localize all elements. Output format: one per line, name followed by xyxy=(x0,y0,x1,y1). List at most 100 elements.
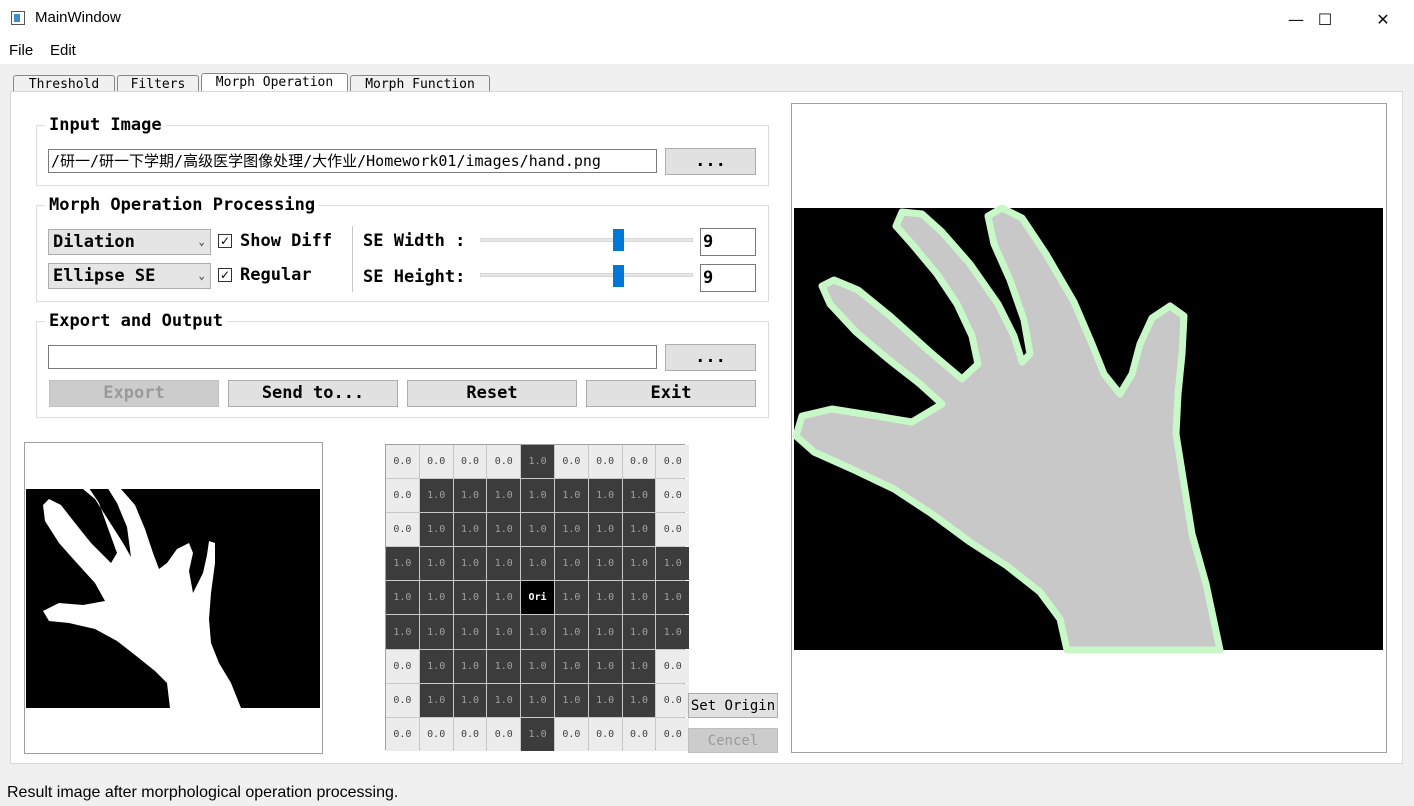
show-diff-checkbox[interactable]: ✓ xyxy=(218,234,232,248)
se-cell[interactable]: 1.0 xyxy=(588,649,622,683)
se-cell[interactable]: 1.0 xyxy=(588,513,622,547)
se-cell[interactable]: 1.0 xyxy=(588,479,622,513)
se-cell[interactable]: 0.0 xyxy=(622,445,656,479)
se-cell[interactable]: 0.0 xyxy=(386,513,419,547)
se-cell[interactable]: 0.0 xyxy=(386,479,419,513)
se-cell[interactable]: 0.0 xyxy=(656,717,690,751)
se-cell[interactable]: 0.0 xyxy=(656,649,690,683)
se-shape-select[interactable]: Ellipse SE ⌄ xyxy=(48,263,211,289)
se-cell[interactable]: 1.0 xyxy=(521,479,554,513)
se-cell[interactable]: 0.0 xyxy=(386,445,419,479)
se-cell[interactable]: 1.0 xyxy=(521,649,554,683)
se-cell[interactable]: 1.0 xyxy=(487,683,521,717)
input-browse-button[interactable]: ... xyxy=(665,148,756,175)
exit-button[interactable]: Exit xyxy=(586,380,756,407)
se-cell[interactable]: 1.0 xyxy=(419,513,453,547)
se-cell[interactable]: 1.0 xyxy=(453,581,487,615)
cancel-button[interactable]: Cencel xyxy=(688,728,778,753)
se-cell[interactable]: 1.0 xyxy=(554,479,588,513)
se-cell[interactable]: 1.0 xyxy=(453,547,487,581)
se-cell[interactable]: 1.0 xyxy=(656,547,690,581)
tab-morph-operation[interactable]: Morph Operation xyxy=(201,73,348,93)
se-cell[interactable]: 1.0 xyxy=(419,547,453,581)
se-matrix-grid[interactable]: 0.0 0.0 0.0 0.0 1.0 0.0 0.0 0.0 0.0 0.0 1.0 1.0 1.0 1… xyxy=(385,444,690,751)
se-cell[interactable]: 0.0 xyxy=(588,445,622,479)
se-cell[interactable]: 0.0 xyxy=(453,445,487,479)
close-button[interactable]: ✕ xyxy=(1354,0,1412,38)
se-cell[interactable]: 1.0 xyxy=(521,683,554,717)
se-cell[interactable]: 1.0 xyxy=(622,513,656,547)
se-cell[interactable]: 0.0 xyxy=(419,445,453,479)
se-cell[interactable]: 1.0 xyxy=(386,581,419,615)
se-cell[interactable]: 1.0 xyxy=(554,513,588,547)
se-cell[interactable]: 0.0 xyxy=(656,445,690,479)
menu-file[interactable]: File xyxy=(9,42,33,59)
se-cell[interactable]: 0.0 xyxy=(453,717,487,751)
se-cell[interactable]: 1.0 xyxy=(487,479,521,513)
se-cell[interactable]: 1.0 xyxy=(588,683,622,717)
se-cell[interactable]: 0.0 xyxy=(554,445,588,479)
se-cell[interactable]: 1.0 xyxy=(487,513,521,547)
export-button[interactable]: Export xyxy=(49,380,219,407)
se-width-input[interactable]: 9 xyxy=(700,228,756,256)
se-cell[interactable]: 1.0 xyxy=(554,615,588,649)
se-cell[interactable]: 1.0 xyxy=(453,683,487,717)
se-cell[interactable]: 1.0 xyxy=(554,649,588,683)
se-cell[interactable]: 1.0 xyxy=(622,479,656,513)
se-cell[interactable]: 1.0 xyxy=(622,581,656,615)
se-cell[interactable]: 0.0 xyxy=(419,717,453,751)
se-cell[interactable]: 1.0 xyxy=(453,649,487,683)
se-cell[interactable]: 1.0 xyxy=(453,615,487,649)
se-cell[interactable]: 1.0 xyxy=(386,615,419,649)
se-cell[interactable]: 1.0 xyxy=(419,683,453,717)
se-height-input[interactable]: 9 xyxy=(700,264,756,292)
input-path-field[interactable]: /研一/研一下学期/高级医学图像处理/大作业/Homework01/images… xyxy=(48,149,657,173)
se-cell[interactable]: 1.0 xyxy=(622,547,656,581)
se-cell[interactable]: 0.0 xyxy=(622,717,656,751)
se-cell[interactable]: 0.0 xyxy=(487,717,521,751)
se-cell[interactable]: 1.0 xyxy=(419,649,453,683)
reset-button[interactable]: Reset xyxy=(407,380,577,407)
se-width-slider-handle[interactable] xyxy=(613,229,624,251)
se-cell[interactable]: 1.0 xyxy=(622,649,656,683)
se-cell[interactable]: 1.0 xyxy=(521,445,554,479)
se-cell[interactable]: 1.0 xyxy=(521,615,554,649)
se-cell[interactable]: 1.0 xyxy=(521,717,554,751)
tab-threshold[interactable]: Threshold xyxy=(13,75,115,92)
se-cell[interactable]: 0.0 xyxy=(386,649,419,683)
se-cell[interactable]: 1.0 xyxy=(487,649,521,683)
tab-filters[interactable]: Filters xyxy=(117,75,199,92)
se-cell[interactable]: 1.0 xyxy=(656,581,690,615)
set-origin-button[interactable]: Set Origin xyxy=(688,693,778,718)
se-cell[interactable]: 1.0 xyxy=(419,615,453,649)
se-cell[interactable]: 0.0 xyxy=(588,717,622,751)
se-cell[interactable]: 1.0 xyxy=(487,581,521,615)
se-cell[interactable]: 1.0 xyxy=(656,615,690,649)
menu-edit[interactable]: Edit xyxy=(50,42,76,59)
se-cell[interactable]: 1.0 xyxy=(521,547,554,581)
se-height-slider-handle[interactable] xyxy=(613,265,624,287)
se-cell[interactable]: 1.0 xyxy=(419,581,453,615)
se-cell[interactable]: 1.0 xyxy=(588,581,622,615)
se-cell[interactable]: 1.0 xyxy=(588,615,622,649)
se-cell[interactable]: 1.0 xyxy=(453,479,487,513)
output-path-field[interactable] xyxy=(48,345,657,369)
se-cell[interactable]: 0.0 xyxy=(656,683,690,717)
se-cell[interactable]: 0.0 xyxy=(656,479,690,513)
se-cell[interactable]: 0.0 xyxy=(656,513,690,547)
se-cell[interactable]: 1.0 xyxy=(487,547,521,581)
se-origin-cell[interactable]: Ori xyxy=(521,581,554,615)
maximize-button[interactable]: ☐ xyxy=(1296,0,1354,38)
tab-morph-function[interactable]: Morph Function xyxy=(350,75,490,92)
se-cell[interactable]: 1.0 xyxy=(453,513,487,547)
se-cell[interactable]: 1.0 xyxy=(588,547,622,581)
operation-select[interactable]: Dilation ⌄ xyxy=(48,229,211,255)
se-cell[interactable]: 1.0 xyxy=(622,615,656,649)
se-cell[interactable]: 1.0 xyxy=(622,683,656,717)
se-cell[interactable]: 0.0 xyxy=(487,445,521,479)
se-cell[interactable]: 0.0 xyxy=(554,717,588,751)
send-to-button[interactable]: Send to... xyxy=(228,380,398,407)
se-cell[interactable]: 1.0 xyxy=(521,513,554,547)
se-cell[interactable]: 1.0 xyxy=(386,547,419,581)
regular-checkbox[interactable]: ✓ xyxy=(218,268,232,282)
